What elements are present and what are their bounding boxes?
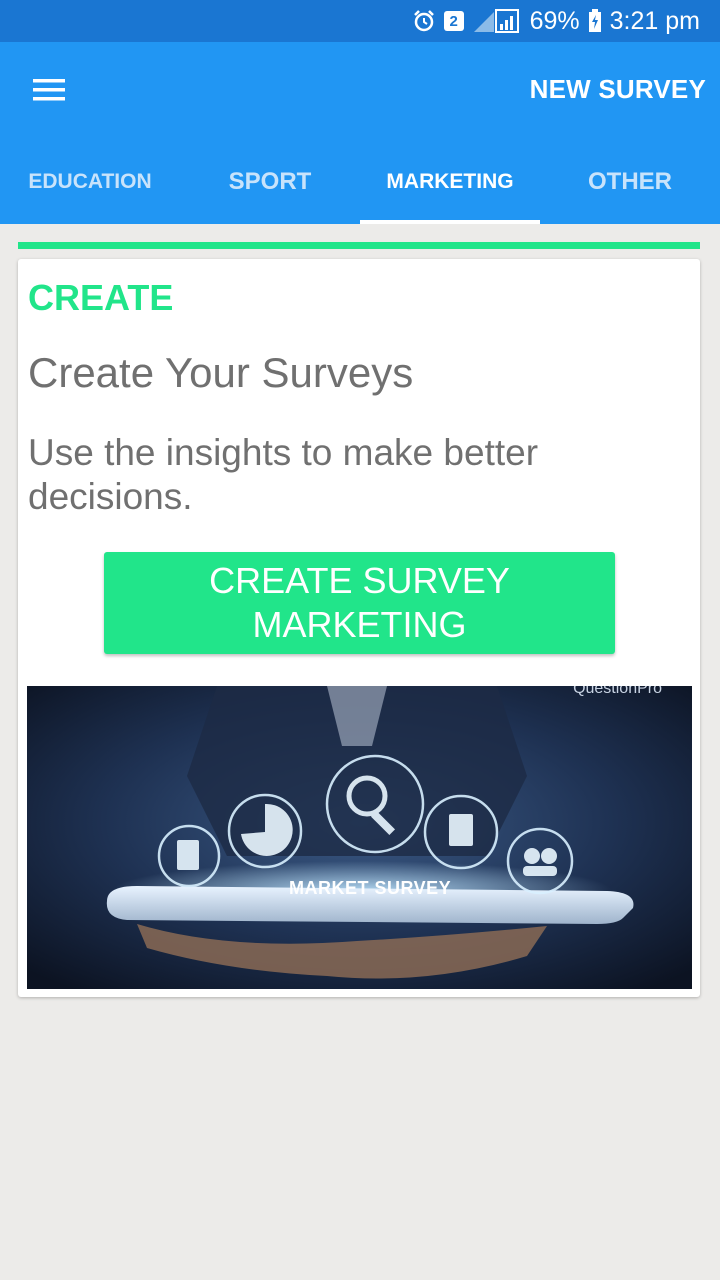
tab-education[interactable]: EDUCATION xyxy=(0,140,180,224)
battery-icon xyxy=(588,9,602,33)
tab-sport[interactable]: SPORT xyxy=(180,140,360,224)
tab-other[interactable]: OTHER xyxy=(540,140,720,224)
hamburger-menu-icon[interactable] xyxy=(24,68,74,112)
signal-icon xyxy=(472,8,522,34)
battery-percent: 69% xyxy=(529,6,580,35)
alarm-icon xyxy=(412,9,436,33)
clock: 3:21 pm xyxy=(609,6,700,35)
hero-watermark: QuestionPro xyxy=(573,686,662,697)
market-survey-image: MARKET SURVEY QuestionPro xyxy=(27,686,692,989)
status-bar: 2 69% 3:21 pm xyxy=(0,0,720,42)
new-survey-button[interactable]: NEW SURVEY xyxy=(530,74,706,105)
card-kicker: CREATE xyxy=(28,277,174,318)
accent-divider xyxy=(18,242,700,249)
app-bar: NEW SURVEY EDUCATION SPORT MARKETING OTH… xyxy=(0,42,720,224)
card-description: Use the insights to make better decision… xyxy=(28,432,539,517)
tab-marketing[interactable]: MARKETING xyxy=(360,140,540,224)
create-survey-card: CREATE Create Your Surveys Use the insig… xyxy=(18,259,700,997)
hero-label: MARKET SURVEY xyxy=(289,878,452,898)
category-tabs: EDUCATION SPORT MARKETING OTHER xyxy=(0,140,720,224)
notification-badge: 2 xyxy=(443,11,464,31)
create-survey-button[interactable]: CREATE SURVEY MARKETING xyxy=(104,552,615,654)
card-title: Create Your Surveys xyxy=(28,349,414,396)
